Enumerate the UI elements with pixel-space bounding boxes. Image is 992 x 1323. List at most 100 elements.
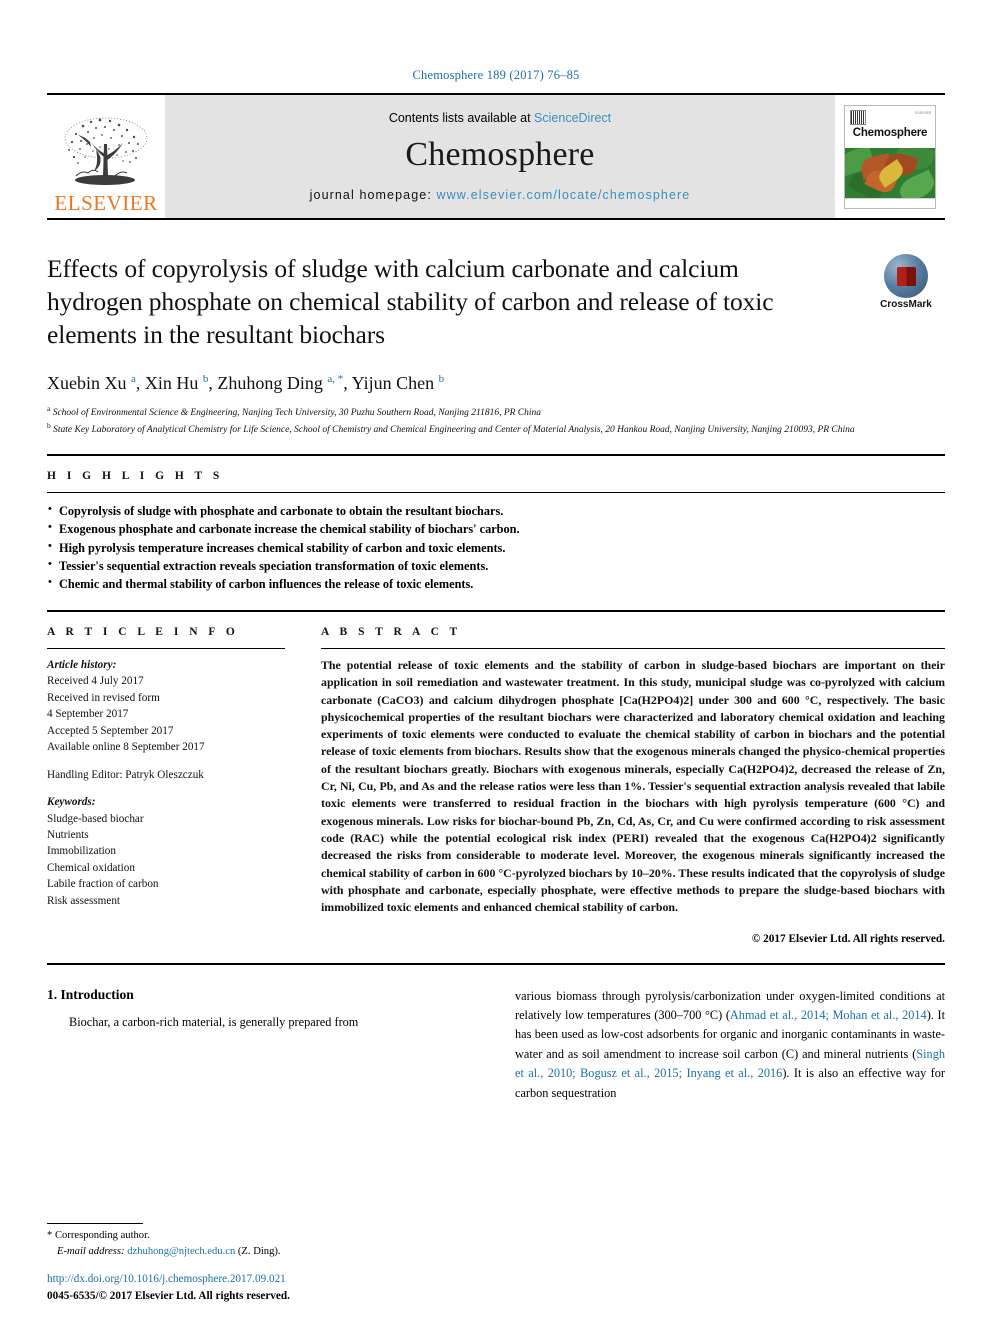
author-item[interactable]: Yijun Chen b bbox=[352, 373, 445, 393]
elsevier-wordmark: ELSEVIER bbox=[54, 191, 158, 215]
crossmark-badge-group[interactable]: CrossMark bbox=[867, 254, 945, 310]
list-item: High pyrolysis temperature increases che… bbox=[47, 538, 945, 557]
author-affiliation-mark: a, * bbox=[327, 373, 344, 386]
author-name: Xuebin Xu bbox=[47, 373, 127, 394]
author-name: Zhuhong Ding bbox=[217, 373, 323, 394]
abstract-rule bbox=[321, 647, 945, 649]
affiliation-mark: a bbox=[47, 404, 51, 414]
cover-bottom-band bbox=[845, 197, 935, 208]
section-heading-introduction: 1. Introduction bbox=[47, 986, 134, 1002]
author-affiliation-mark: a bbox=[131, 373, 136, 386]
author-item[interactable]: Zhuhong Ding a, * bbox=[217, 373, 343, 393]
list-item: Exogenous phosphate and carbonate increa… bbox=[47, 519, 945, 538]
homepage-prefix: journal homepage: bbox=[309, 188, 437, 202]
keyword-item: Nutrients bbox=[47, 828, 89, 841]
journal-cover-thumbnail[interactable]: ELSEVIER Chemosphere bbox=[835, 95, 945, 218]
list-item: Copyrolysis of sludge with phosphate and… bbox=[47, 501, 945, 520]
email-link[interactable]: dzhuhong@njtech.edu.cn bbox=[127, 1246, 235, 1257]
keyword-item: Chemical oxidation bbox=[47, 861, 135, 874]
history-item: Received 4 July 2017 bbox=[47, 675, 144, 688]
title-block: CrossMark Effects of copyrolysis of slud… bbox=[47, 252, 945, 438]
barcode-icon bbox=[850, 109, 866, 125]
affiliation-item: a School of Environmental Science & Engi… bbox=[47, 404, 945, 421]
history-item: Accepted 5 September 2017 bbox=[47, 724, 174, 737]
article-info-section: A R T I C L E I N F O Article history: R… bbox=[47, 626, 285, 945]
author-name: Xin Hu bbox=[144, 373, 199, 394]
running-head: Chemosphere 189 (2017) 76–85 bbox=[412, 68, 580, 82]
elsevier-tree-icon bbox=[64, 117, 148, 185]
email-suffix: (Z. Ding). bbox=[237, 1245, 281, 1257]
keywords-heading: Keywords: bbox=[47, 796, 96, 809]
handling-editor: Handling Editor: Patryk Oleszczuk bbox=[47, 768, 204, 781]
abstract-label: A B S T R A C T bbox=[321, 625, 462, 638]
sciencedirect-link[interactable]: ScienceDirect bbox=[534, 111, 611, 125]
doi-link[interactable]: http://dx.doi.org/10.1016/j.chemosphere.… bbox=[47, 1271, 290, 1288]
article-history-block: Article history: Received 4 July 2017 Re… bbox=[47, 657, 285, 909]
author-item[interactable]: Xuebin Xu a bbox=[47, 373, 136, 393]
highlights-list: Copyrolysis of sludge with phosphate and… bbox=[47, 501, 945, 594]
page-title: Effects of copyrolysis of sludge with ca… bbox=[47, 254, 774, 350]
journal-masthead: ELSEVIER Contents lists available at Sci… bbox=[47, 93, 945, 220]
crossmark-label: CrossMark bbox=[880, 299, 932, 310]
crossmark-book-shape bbox=[896, 266, 916, 286]
cover-journal-title: Chemosphere bbox=[852, 126, 928, 139]
affiliation-text: State Key Laboratory of Analytical Chemi… bbox=[53, 425, 855, 436]
affiliation-mark: b bbox=[47, 421, 51, 431]
affiliation-text: School of Environmental Science & Engine… bbox=[52, 408, 542, 419]
intro-paragraph-left: Biochar, a carbon-rich material, is gene… bbox=[69, 1014, 359, 1029]
intro-paragraph-right: various biomass through pyrolysis/carbon… bbox=[515, 987, 945, 1104]
body-column-right: various biomass through pyrolysis/carbon… bbox=[515, 987, 945, 1104]
cover-top: ELSEVIER Chemosphere bbox=[845, 105, 935, 148]
history-item: Available online 8 September 2017 bbox=[47, 741, 205, 754]
journal-title: Chemosphere bbox=[405, 136, 595, 173]
abstract-text: The potential release of toxic elements … bbox=[321, 657, 945, 915]
contents-prefix: Contents lists available at bbox=[388, 111, 535, 125]
history-item: Received in revised form bbox=[47, 691, 160, 704]
journal-homepage-line: journal homepage: www.elsevier.com/locat… bbox=[310, 188, 691, 202]
info-abstract-row: A R T I C L E I N F O Article history: R… bbox=[47, 612, 945, 945]
citation-link[interactable]: Ahmad et al., 2014; Mohan et al., 2014 bbox=[730, 1008, 927, 1022]
issn-copyright-line: 0045-6535/© 2017 Elsevier Ltd. All right… bbox=[47, 1290, 290, 1303]
abstract-section: A B S T R A C T The potential release of… bbox=[321, 626, 945, 945]
article-first-page: Chemosphere 189 (2017) 76–85 ELSEVIER Co… bbox=[0, 0, 992, 1323]
history-item: 4 September 2017 bbox=[47, 708, 129, 721]
keyword-item: Risk assessment bbox=[47, 894, 121, 907]
body-column-left: 1. Introduction Biochar, a carbon-rich m… bbox=[47, 987, 477, 1104]
email-line: E-mail address: dzhuhong@njtech.edu.cn (… bbox=[47, 1244, 467, 1259]
list-item: Tessier's sequential extraction reveals … bbox=[47, 556, 945, 575]
crossmark-icon bbox=[884, 254, 928, 298]
footnote-rule bbox=[47, 1223, 143, 1225]
cover-inner: ELSEVIER Chemosphere bbox=[844, 104, 936, 209]
elsevier-logo: ELSEVIER bbox=[47, 95, 165, 218]
article-history-heading: Article history: bbox=[47, 658, 117, 671]
list-item: Chemic and thermal stability of carbon i… bbox=[47, 574, 945, 593]
highlights-section: H I G H L I G H T S Copyrolysis of sludg… bbox=[47, 456, 945, 594]
email-label: E-mail address: bbox=[57, 1245, 125, 1257]
corresponding-author-footnote: * Corresponding author. E-mail address: … bbox=[47, 1223, 467, 1259]
author-list: Xuebin Xu a, Xin Hu b, Zhuhong Ding a, *… bbox=[47, 373, 445, 394]
author-affiliation-mark: b bbox=[202, 373, 209, 386]
contents-available-line: Contents lists available at ScienceDirec… bbox=[389, 111, 611, 125]
article-info-rule bbox=[47, 647, 285, 649]
author-affiliation-mark: b bbox=[438, 373, 445, 386]
abstract-copyright: © 2017 Elsevier Ltd. All rights reserved… bbox=[751, 932, 945, 945]
keyword-item: Sludge-based biochar bbox=[47, 812, 144, 825]
doi-footer: http://dx.doi.org/10.1016/j.chemosphere.… bbox=[47, 1271, 290, 1305]
author-item[interactable]: Xin Hu b bbox=[145, 373, 209, 393]
keyword-item: Immobilization bbox=[47, 845, 116, 858]
article-info-label: A R T I C L E I N F O bbox=[47, 625, 239, 638]
affiliation-list: a School of Environmental Science & Engi… bbox=[47, 404, 945, 437]
cover-artwork bbox=[845, 147, 935, 198]
masthead-center: Contents lists available at ScienceDirec… bbox=[165, 95, 835, 218]
highlights-rule bbox=[47, 491, 945, 493]
journal-homepage-link[interactable]: www.elsevier.com/locate/chemosphere bbox=[436, 188, 690, 202]
body-columns: 1. Introduction Biochar, a carbon-rich m… bbox=[47, 987, 945, 1104]
corresponding-marker: * bbox=[47, 1230, 53, 1242]
keyword-item: Labile fraction of carbon bbox=[47, 878, 159, 891]
author-name: Yijun Chen bbox=[351, 373, 435, 394]
corresponding-author-line: * Corresponding author. bbox=[47, 1228, 467, 1243]
divider-above-body bbox=[47, 962, 945, 965]
affiliation-item: b State Key Laboratory of Analytical Che… bbox=[47, 421, 945, 438]
